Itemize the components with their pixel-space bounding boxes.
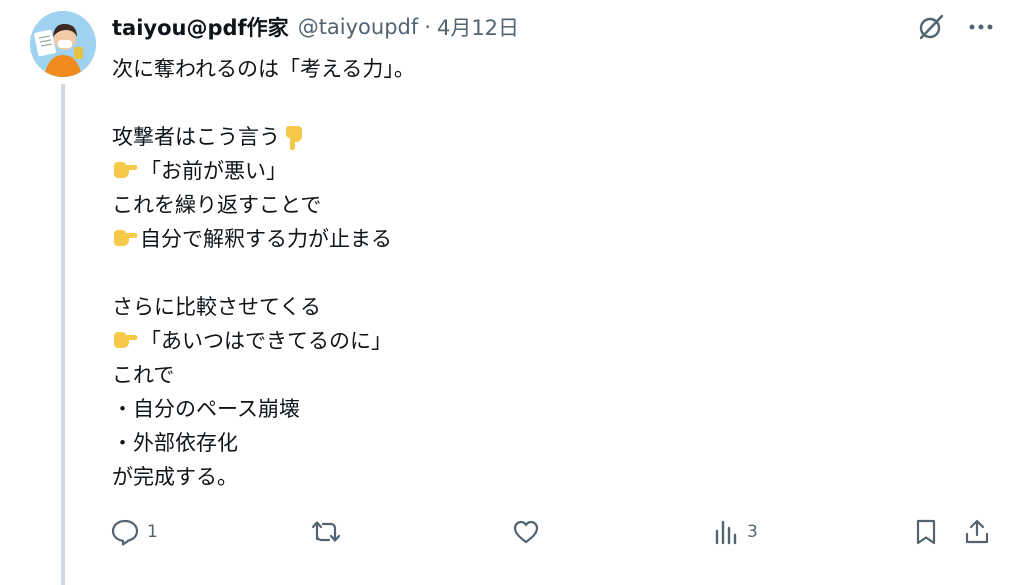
text-line: ・自分のペース崩壊 [112,397,300,421]
text-line: 自分で解釈する力が止まる [112,222,972,256]
thread-line [61,84,65,585]
text-line: これを繰り返すことで [112,193,322,217]
point-right-emoji [112,328,138,352]
text-line: 「あいつはできてるのに」 [112,324,972,358]
text-line: 攻撃者はこう言う [112,120,972,154]
share-icon [965,519,989,544]
action-bar: 1 3 [0,514,1024,550]
reply-count: 1 [147,522,158,542]
tweet-date[interactable]: 4月12日 [437,12,519,42]
separator-dot: · [424,15,431,39]
text-line: これで [112,363,175,387]
avatar-illustration [30,11,96,77]
like-button[interactable] [511,514,548,550]
bookmark-icon [916,519,936,545]
tweet: taiyou@pdf作家 @taiyoupdf · 4月12日 次に奪われるのは… [0,0,1024,585]
like-icon [513,520,539,544]
grok-icon[interactable] [916,12,946,42]
avatar[interactable] [30,11,96,77]
point-right-emoji [112,158,138,182]
reply-button[interactable]: 1 [110,514,158,550]
retweet-icon [311,521,341,542]
retweet-button[interactable] [310,514,349,550]
tweet-text: 次に奪われるのは「考える力」。 攻撃者はこう言う 「お前が悪い」 これを繰り返す… [112,52,972,494]
views-count: 3 [747,522,758,542]
text-line: 「お前が悪い」 [112,154,972,188]
tweet-header: taiyou@pdf作家 @taiyoupdf · 4月12日 [112,12,519,42]
share-button[interactable] [962,514,992,550]
top-actions [896,12,996,42]
reply-icon [111,519,139,546]
point-down-emoji [280,124,306,151]
bookmark-button[interactable] [911,514,941,550]
text-line: さらに比較させてくる [112,295,321,319]
views-icon [715,520,737,545]
text-line: ・外部依存化 [112,431,238,455]
author-handle[interactable]: @taiyoupdf [298,15,419,39]
text-line: が完成する。 [112,465,238,489]
point-right-emoji [112,226,138,250]
more-icon[interactable] [966,12,996,42]
author-name[interactable]: taiyou@pdf作家 [112,12,289,42]
views-button[interactable]: 3 [712,514,758,550]
text-line: 次に奪われるのは「考える力」。 [112,57,415,81]
